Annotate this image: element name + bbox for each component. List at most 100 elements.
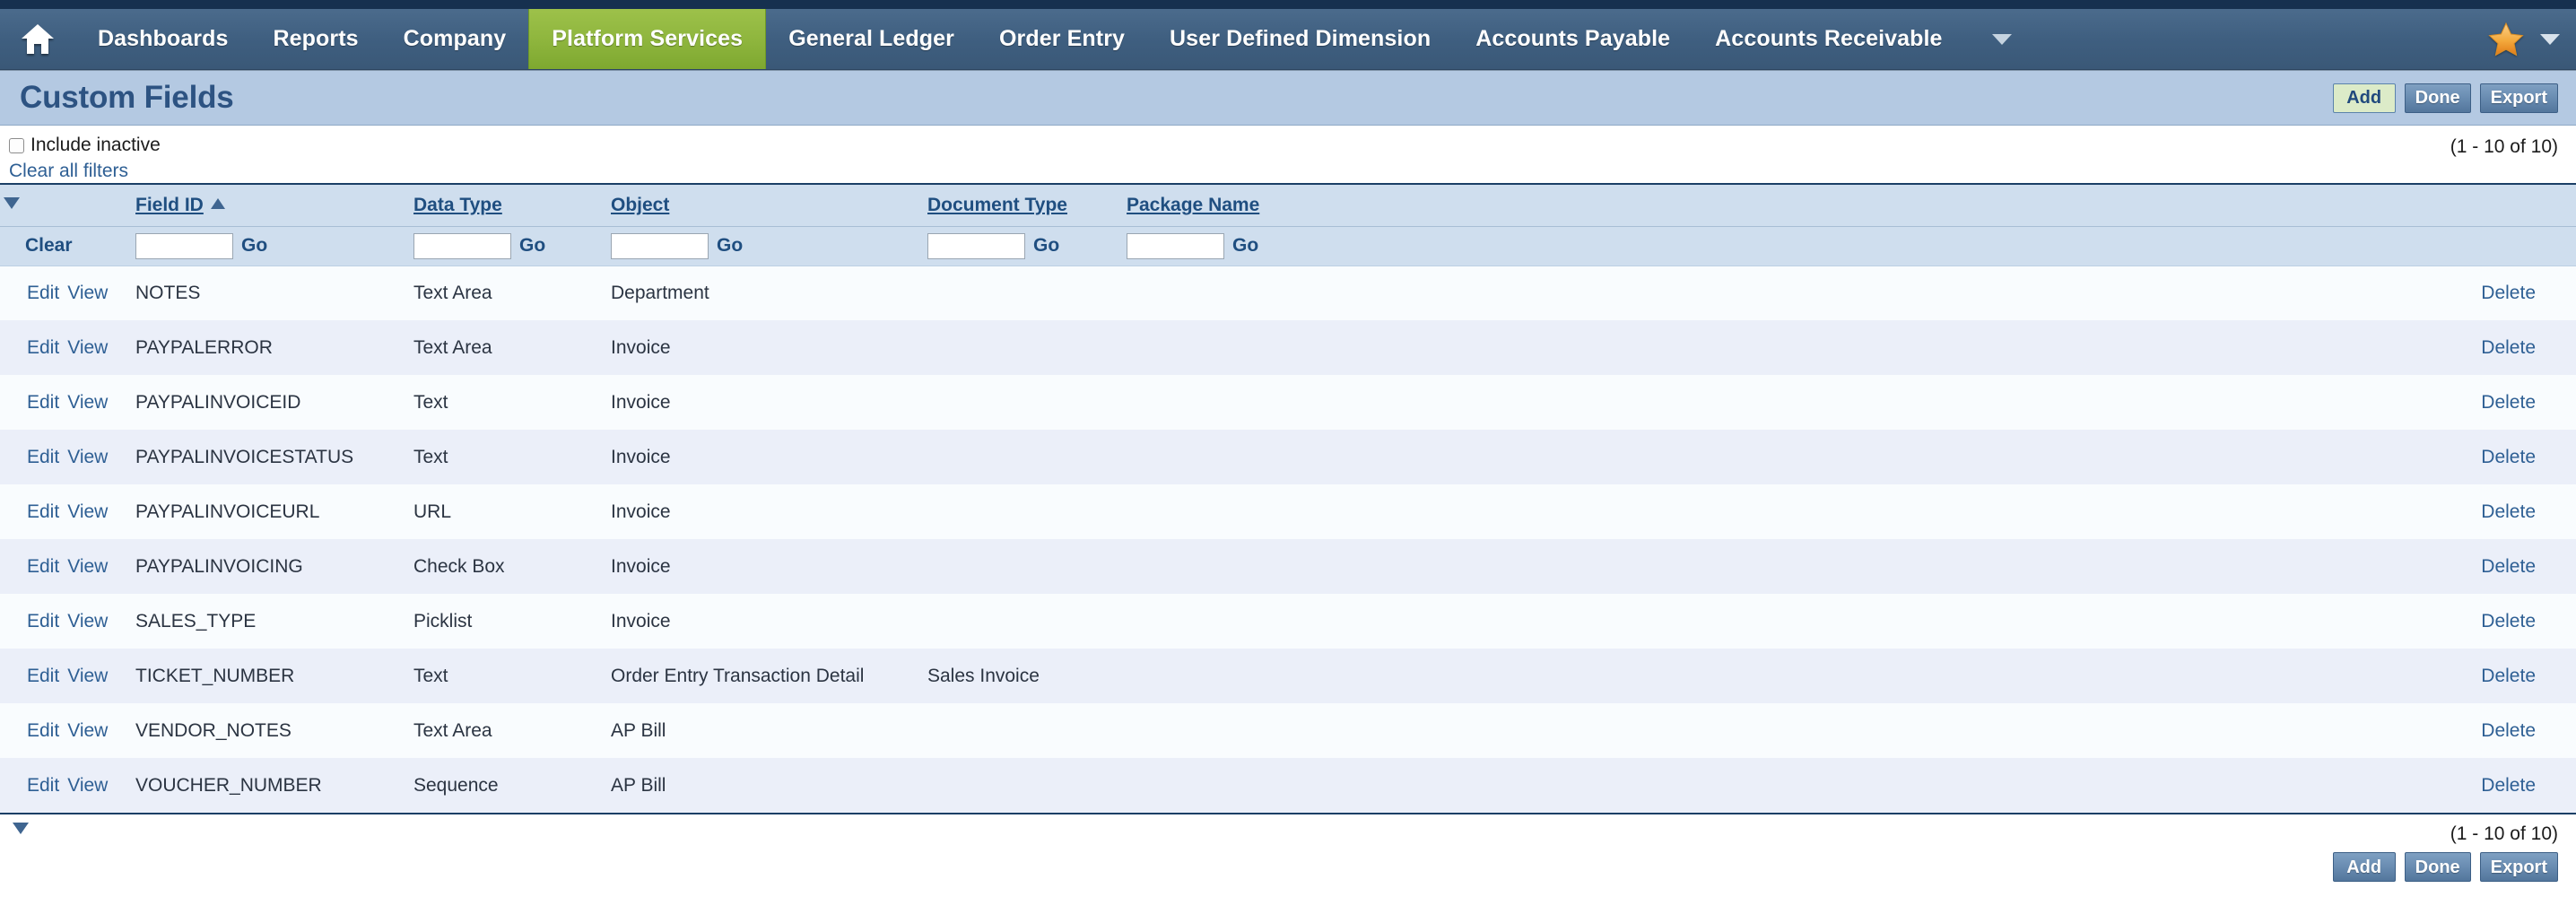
edit-link[interactable]: Edit xyxy=(27,447,59,467)
view-link[interactable]: View xyxy=(67,720,108,741)
filter-go-object[interactable]: Go xyxy=(717,235,743,257)
edit-link[interactable]: Edit xyxy=(27,501,59,522)
filter-input-document-type[interactable] xyxy=(927,232,1025,259)
edit-link[interactable]: Edit xyxy=(27,337,59,358)
filter-input-package-name[interactable] xyxy=(1127,232,1224,259)
cell-data-type: Text Area xyxy=(413,336,492,358)
edit-link[interactable]: Edit xyxy=(27,666,59,686)
add-button-top[interactable]: Add xyxy=(2332,83,2396,113)
nav-item-company[interactable]: Company xyxy=(381,9,529,69)
home-icon xyxy=(20,22,56,57)
delete-link[interactable]: Delete xyxy=(2481,556,2536,577)
nav-item-reports[interactable]: Reports xyxy=(250,9,380,69)
done-button-bottom[interactable]: Done xyxy=(2404,852,2471,882)
clear-all-filters-link[interactable]: Clear all filters xyxy=(9,161,128,182)
cell-package-name xyxy=(1127,703,2293,758)
star-icon[interactable] xyxy=(2488,22,2524,57)
view-link[interactable]: View xyxy=(67,501,108,522)
row-actions-cell: Edit View xyxy=(25,266,135,320)
view-link[interactable]: View xyxy=(67,666,108,686)
favorites-chevron-down-icon[interactable] xyxy=(2540,33,2560,45)
cell-data-type: URL xyxy=(413,501,452,522)
table-head: Field ID Data Type Object Document Type … xyxy=(0,184,2576,266)
table-row: Edit View PAYPALINVOICEID Text Invoice Delete xyxy=(0,375,2576,430)
column-link-object[interactable]: Object xyxy=(611,195,669,216)
include-inactive-checkbox[interactable] xyxy=(9,137,24,153)
footer-action-buttons: Add Done Export xyxy=(2332,852,2558,882)
nav-item-accounts-payable[interactable]: Accounts Payable xyxy=(1453,9,1693,69)
edit-link[interactable]: Edit xyxy=(27,392,59,413)
delete-link[interactable]: Delete xyxy=(2481,720,2536,741)
filter-go-data-type[interactable]: Go xyxy=(519,235,545,257)
clear-filter-link[interactable]: Clear xyxy=(25,235,73,256)
delete-link[interactable]: Delete xyxy=(2481,775,2536,796)
cell-document-type xyxy=(927,484,1127,539)
delete-link[interactable]: Delete xyxy=(2481,501,2536,522)
export-button-top[interactable]: Export xyxy=(2479,83,2558,113)
nav-item-user-defined-dimension[interactable]: User Defined Dimension xyxy=(1147,9,1453,69)
column-link-document-type[interactable]: Document Type xyxy=(927,195,1067,216)
table-row: Edit View PAYPALINVOICEURL URL Invoice Delete xyxy=(0,484,2576,539)
nav-item-general-ledger[interactable]: General Ledger xyxy=(766,9,977,69)
filter-go-package-name[interactable]: Go xyxy=(1232,235,1258,257)
edit-link[interactable]: Edit xyxy=(27,556,59,577)
cell-field-id: VENDOR_NOTES xyxy=(135,719,292,741)
cell-object: Invoice xyxy=(611,555,671,577)
caret-down-icon[interactable] xyxy=(4,196,20,209)
add-button-bottom[interactable]: Add xyxy=(2332,852,2396,882)
nav-item-accounts-receivable[interactable]: Accounts Receivable xyxy=(1693,9,1964,69)
edit-link[interactable]: Edit xyxy=(27,775,59,796)
cell-object: Invoice xyxy=(611,446,671,467)
export-button-bottom[interactable]: Export xyxy=(2479,852,2558,882)
nav-item-platform-services[interactable]: Platform Services xyxy=(528,9,767,69)
view-link[interactable]: View xyxy=(67,337,108,358)
view-link[interactable]: View xyxy=(67,392,108,413)
delete-link[interactable]: Delete xyxy=(2481,611,2536,631)
column-link-field-id[interactable]: Field ID xyxy=(135,195,204,216)
delete-link[interactable]: Delete xyxy=(2481,283,2536,303)
filter-input-field-id[interactable] xyxy=(135,232,233,259)
nav-item-order-entry[interactable]: Order Entry xyxy=(977,9,1147,69)
home-button[interactable] xyxy=(0,9,75,69)
cell-package-name xyxy=(1127,484,2293,539)
nav-item-dashboards[interactable]: Dashboards xyxy=(75,9,250,69)
table-row: Edit View SALES_TYPE Picklist Invoice Delete xyxy=(0,594,2576,649)
cell-data-type: Check Box xyxy=(413,555,505,577)
column-link-data-type[interactable]: Data Type xyxy=(413,195,502,216)
view-link[interactable]: View xyxy=(67,611,108,631)
include-inactive-row: Include inactive xyxy=(9,135,2558,156)
table-body: Edit View NOTES Text Area Department Delete Ed… xyxy=(0,266,2576,813)
cell-data-type: Text xyxy=(413,446,448,467)
page-header: Custom Fields Add Done Export xyxy=(0,70,2576,126)
view-link[interactable]: View xyxy=(67,447,108,467)
cell-object: Invoice xyxy=(611,336,671,358)
column-link-package-name[interactable]: Package Name xyxy=(1127,195,1259,216)
row-actions-cell: Edit View xyxy=(25,539,135,594)
view-link[interactable]: View xyxy=(67,283,108,303)
cell-field-id: PAYPALINVOICESTATUS xyxy=(135,446,354,467)
delete-link[interactable]: Delete xyxy=(2481,337,2536,358)
filter-go-field-id[interactable]: Go xyxy=(241,235,267,257)
cell-field-id: PAYPALINVOICEURL xyxy=(135,501,320,522)
done-button-top[interactable]: Done xyxy=(2404,83,2471,113)
filter-cell-document-type: Go xyxy=(927,226,1127,266)
view-link[interactable]: View xyxy=(67,775,108,796)
filter-input-object[interactable] xyxy=(611,232,709,259)
delete-link[interactable]: Delete xyxy=(2481,392,2536,413)
edit-link[interactable]: Edit xyxy=(27,720,59,741)
column-header-document-type: Document Type xyxy=(927,184,1127,227)
delete-link[interactable]: Delete xyxy=(2481,447,2536,467)
record-count-bottom: (1 - 10 of 10) xyxy=(2450,823,2558,844)
table-header-row: Field ID Data Type Object Document Type … xyxy=(0,184,2576,227)
filter-input-data-type[interactable] xyxy=(413,232,511,259)
delete-link[interactable]: Delete xyxy=(2481,666,2536,686)
record-count-top: (1 - 10 of 10) xyxy=(2450,136,2558,157)
view-link[interactable]: View xyxy=(67,556,108,577)
nav-overflow-button[interactable] xyxy=(1965,9,2032,69)
cell-object: Invoice xyxy=(611,501,671,522)
filter-go-document-type[interactable]: Go xyxy=(1033,235,1059,257)
table-row: Edit View PAYPALINVOICESTATUS Text Invoice De… xyxy=(0,430,2576,484)
edit-link[interactable]: Edit xyxy=(27,283,59,303)
footer-caret-down-icon[interactable] xyxy=(13,823,29,834)
edit-link[interactable]: Edit xyxy=(27,611,59,631)
